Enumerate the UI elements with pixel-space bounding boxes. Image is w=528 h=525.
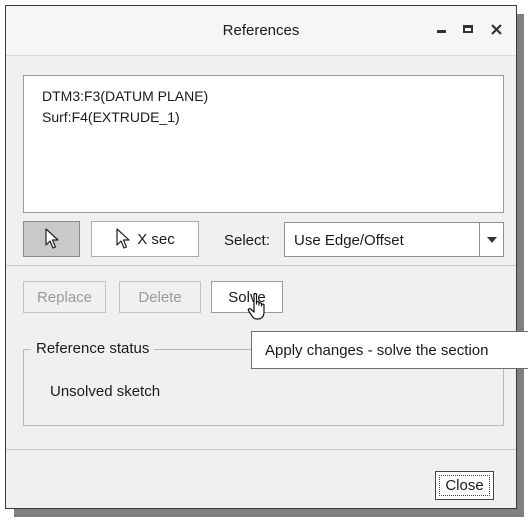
close-window-button[interactable] bbox=[486, 18, 506, 40]
status-text: Unsolved sketch bbox=[50, 383, 161, 400]
xsec-button[interactable]: X sec bbox=[91, 221, 199, 257]
select-label: Select: bbox=[224, 232, 270, 249]
mouse-pointer-icon bbox=[247, 292, 269, 322]
minimize-button[interactable] bbox=[431, 18, 451, 40]
dropdown-arrow-button[interactable] bbox=[479, 223, 503, 256]
select-reference-button[interactable] bbox=[23, 221, 80, 257]
separator bbox=[6, 265, 516, 266]
tooltip-text: Apply changes - solve the section bbox=[265, 342, 489, 359]
replace-button[interactable]: Replace bbox=[23, 281, 106, 313]
reference-item[interactable]: Surf:F4(EXTRUDE_1) bbox=[42, 109, 180, 125]
xsec-label: X sec bbox=[137, 230, 175, 248]
minimize-icon bbox=[436, 29, 446, 33]
separator bbox=[6, 449, 516, 450]
solve-tooltip: Apply changes - solve the section bbox=[251, 331, 528, 369]
arrow-cursor-icon bbox=[44, 228, 59, 249]
references-dialog: References DTM3:F3(DATUM PLANE) Surf:F4(… bbox=[5, 5, 517, 509]
close-icon bbox=[490, 23, 502, 35]
delete-button[interactable]: Delete bbox=[119, 281, 201, 313]
reference-status-legend: Reference status bbox=[31, 340, 155, 357]
close-button[interactable]: Close bbox=[435, 471, 494, 500]
select-value: Use Edge/Offset bbox=[294, 232, 404, 249]
focus-ring bbox=[439, 475, 490, 496]
arrow-cursor-icon bbox=[116, 228, 130, 249]
select-dropdown[interactable]: Use Edge/Offset bbox=[284, 222, 504, 257]
references-list[interactable]: DTM3:F3(DATUM PLANE) Surf:F4(EXTRUDE_1) bbox=[23, 75, 504, 213]
maximize-icon bbox=[463, 25, 473, 33]
title-bar[interactable]: References bbox=[6, 6, 516, 56]
reference-item[interactable]: DTM3:F3(DATUM PLANE) bbox=[42, 88, 208, 104]
maximize-button[interactable] bbox=[458, 18, 478, 40]
chevron-down-icon bbox=[486, 236, 497, 243]
